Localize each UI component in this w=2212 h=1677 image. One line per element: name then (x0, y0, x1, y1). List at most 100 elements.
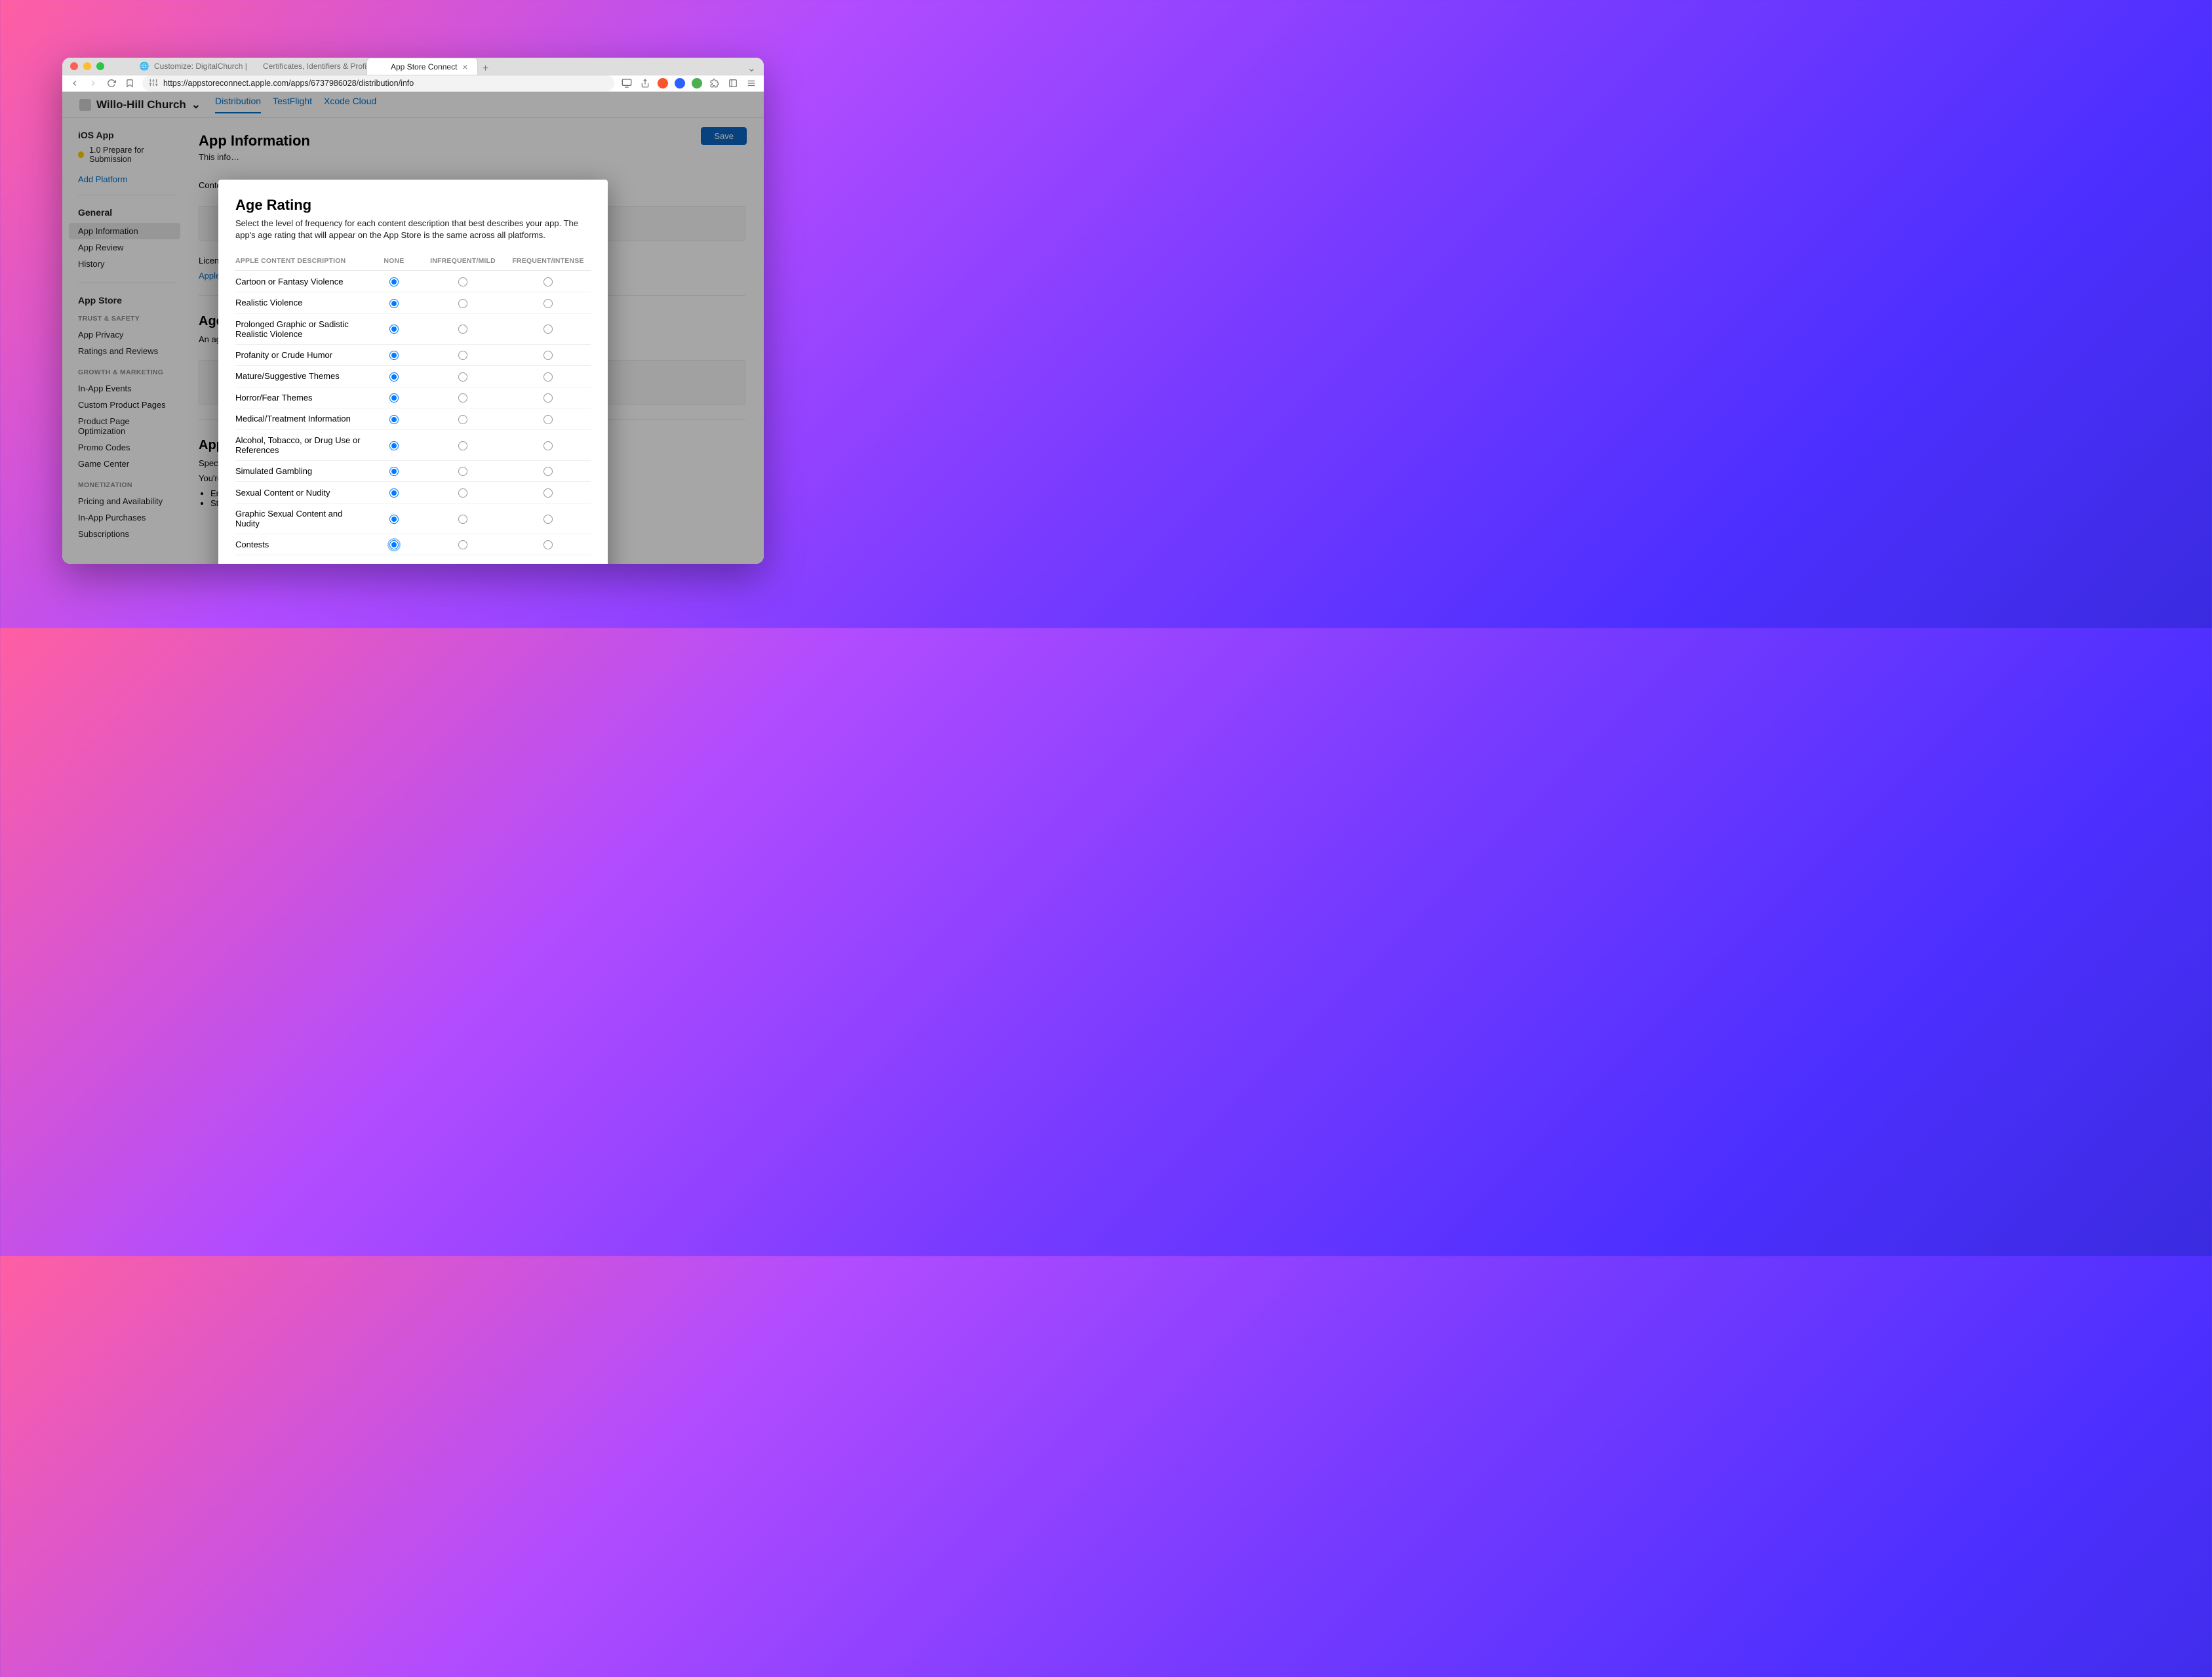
radio-icon[interactable] (543, 325, 553, 334)
radio-none[interactable] (368, 313, 420, 344)
cast-icon[interactable] (621, 77, 633, 89)
radio-frequent[interactable] (505, 429, 591, 460)
radio-none[interactable] (368, 366, 420, 387)
rating-label: Profanity or Crude Humor (235, 344, 368, 366)
radio-infrequent[interactable] (420, 292, 505, 313)
radio-icon[interactable] (458, 467, 467, 476)
rating-row: Prolonged Graphic or Sadistic Realistic … (235, 313, 591, 344)
radio-icon[interactable] (543, 540, 553, 549)
radio-icon[interactable] (543, 393, 553, 403)
extension-icon-blue[interactable] (675, 78, 685, 89)
radio-icon[interactable] (389, 441, 399, 450)
radio-infrequent[interactable] (420, 313, 505, 344)
radio-none[interactable] (368, 271, 420, 292)
radio-frequent[interactable] (505, 366, 591, 387)
radio-icon[interactable] (389, 540, 399, 549)
radio-icon[interactable] (458, 277, 467, 286)
radio-infrequent[interactable] (420, 460, 505, 482)
radio-icon[interactable] (458, 325, 467, 334)
radio-icon[interactable] (389, 515, 399, 524)
radio-infrequent[interactable] (420, 344, 505, 366)
extension-icon-green[interactable] (692, 78, 702, 89)
radio-frequent[interactable] (505, 482, 591, 503)
radio-icon[interactable] (389, 277, 399, 286)
radio-icon[interactable] (458, 515, 467, 524)
radio-icon[interactable] (389, 372, 399, 382)
radio-none[interactable] (368, 429, 420, 460)
radio-infrequent[interactable] (420, 503, 505, 534)
radio-icon[interactable] (543, 415, 553, 424)
radio-icon[interactable] (389, 351, 399, 360)
hamburger-menu-icon[interactable] (745, 77, 757, 89)
site-settings-icon[interactable] (149, 78, 158, 89)
apple-icon (376, 62, 385, 71)
radio-infrequent[interactable] (420, 408, 505, 430)
rating-row: Graphic Sexual Content and Nudity (235, 503, 591, 534)
radio-icon[interactable] (458, 372, 467, 382)
sidebar-toggle-icon[interactable] (727, 77, 739, 89)
radio-icon[interactable] (389, 467, 399, 476)
radio-icon[interactable] (543, 372, 553, 382)
tab-customize[interactable]: 🌐 Customize: DigitalChurch | Digital… (130, 58, 248, 75)
radio-none[interactable] (368, 344, 420, 366)
radio-icon[interactable] (458, 299, 467, 308)
radio-frequent[interactable] (505, 534, 591, 555)
radio-none[interactable] (368, 408, 420, 430)
radio-frequent[interactable] (505, 344, 591, 366)
bookmark-button[interactable] (124, 77, 136, 89)
share-icon[interactable] (639, 77, 651, 89)
radio-infrequent[interactable] (420, 534, 505, 555)
radio-none[interactable] (368, 387, 420, 408)
brave-shields-icon[interactable] (658, 78, 668, 89)
radio-icon[interactable] (458, 393, 467, 403)
tab-overflow-icon[interactable]: ⌄ (747, 62, 756, 75)
tab-certificates[interactable]: Certificates, Identifiers & Profiles (248, 58, 366, 75)
radio-icon[interactable] (458, 351, 467, 360)
close-window-button[interactable] (70, 62, 78, 70)
radio-icon[interactable] (389, 415, 399, 424)
radio-frequent[interactable] (505, 387, 591, 408)
radio-icon[interactable] (389, 299, 399, 308)
radio-icon[interactable] (543, 467, 553, 476)
radio-icon[interactable] (458, 441, 467, 450)
radio-icon[interactable] (543, 441, 553, 450)
radio-none[interactable] (368, 503, 420, 534)
radio-icon[interactable] (389, 325, 399, 334)
radio-icon[interactable] (543, 351, 553, 360)
radio-frequent[interactable] (505, 271, 591, 292)
radio-icon[interactable] (543, 299, 553, 308)
radio-frequent[interactable] (505, 408, 591, 430)
radio-none[interactable] (368, 460, 420, 482)
radio-infrequent[interactable] (420, 482, 505, 503)
radio-frequent[interactable] (505, 313, 591, 344)
radio-icon[interactable] (543, 488, 553, 498)
radio-frequent[interactable] (505, 503, 591, 534)
radio-icon[interactable] (389, 393, 399, 403)
radio-infrequent[interactable] (420, 387, 505, 408)
radio-infrequent[interactable] (420, 271, 505, 292)
forward-button[interactable] (87, 77, 99, 89)
radio-icon[interactable] (543, 277, 553, 286)
radio-frequent[interactable] (505, 292, 591, 313)
radio-icon[interactable] (458, 415, 467, 424)
reload-button[interactable] (106, 77, 117, 89)
radio-frequent[interactable] (505, 460, 591, 482)
radio-icon[interactable] (458, 488, 467, 498)
new-tab-button[interactable]: + (478, 63, 494, 75)
radio-none[interactable] (368, 292, 420, 313)
back-button[interactable] (69, 77, 81, 89)
radio-none[interactable] (368, 534, 420, 555)
radio-icon[interactable] (389, 488, 399, 498)
radio-icon[interactable] (458, 540, 467, 549)
minimize-window-button[interactable] (83, 62, 91, 70)
radio-infrequent[interactable] (420, 366, 505, 387)
radio-icon[interactable] (543, 515, 553, 524)
radio-none[interactable] (368, 482, 420, 503)
extensions-icon[interactable] (709, 77, 721, 89)
url-bar[interactable]: https://appstoreconnect.apple.com/apps/6… (142, 75, 614, 91)
close-tab-icon[interactable]: × (462, 62, 467, 72)
tab-app-store-connect[interactable]: App Store Connect × (366, 58, 478, 75)
tab-label: Certificates, Identifiers & Profiles (263, 62, 366, 71)
maximize-window-button[interactable] (96, 62, 104, 70)
radio-infrequent[interactable] (420, 429, 505, 460)
